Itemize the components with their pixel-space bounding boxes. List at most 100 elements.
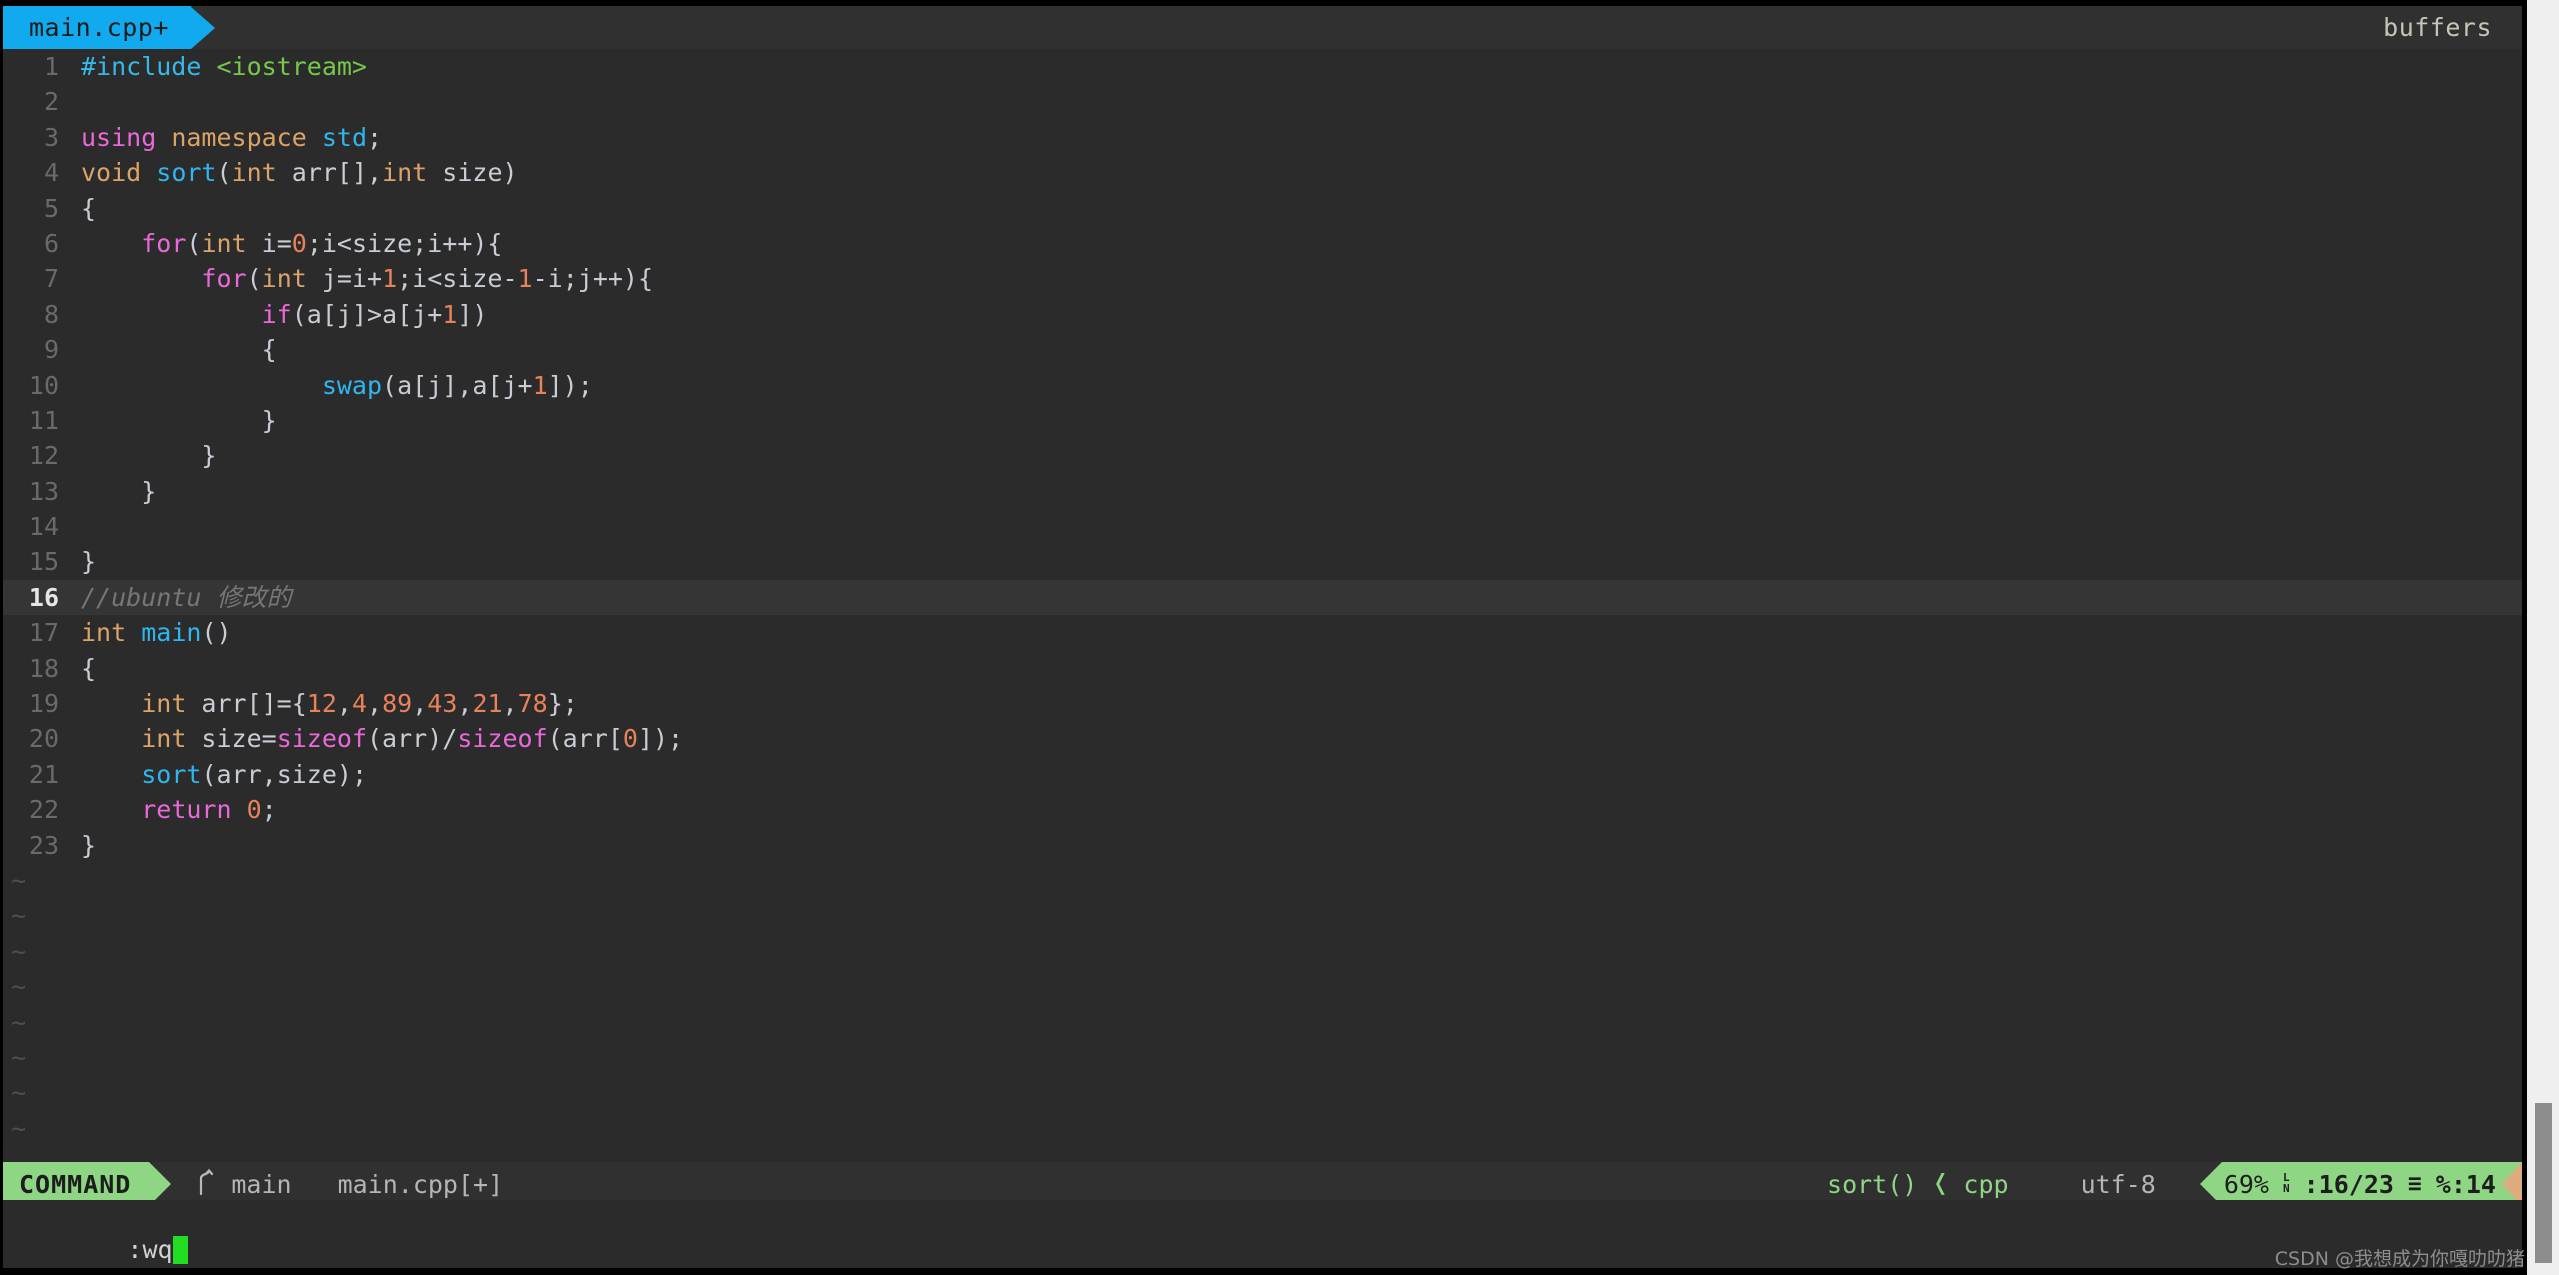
code-token: i=	[246, 228, 292, 258]
code-token: ;i<size-	[397, 264, 518, 294]
code-line: 12 }	[3, 438, 2522, 473]
code-text: using namespace std;	[59, 120, 382, 155]
code-token: ]);	[547, 370, 593, 400]
code-token: ,	[457, 689, 473, 719]
code-token: //ubuntu 修改的	[81, 582, 292, 612]
code-token: void	[81, 158, 142, 188]
code-token: 0	[622, 724, 638, 754]
code-token: 43	[427, 689, 458, 719]
context-function: sort()	[1827, 1169, 1918, 1199]
code-text: //ubuntu 修改的	[59, 580, 291, 615]
code-text: for(int j=i+1;i<size-1-i;j++){	[59, 261, 653, 296]
code-text: }	[59, 438, 216, 473]
code-token: swap	[321, 370, 383, 400]
code-line: 2	[3, 84, 2522, 119]
code-line: 7 for(int j=i+1;i<size-1-i;j++){	[3, 261, 2522, 296]
tab-main-cpp[interactable]: main.cpp+	[3, 6, 191, 49]
code-text: {	[59, 332, 277, 367]
line-number: 7	[43, 264, 59, 294]
code-line: 1 #include <iostream>	[3, 49, 2522, 84]
line-number: 19	[28, 689, 59, 719]
line-number: 9	[43, 335, 59, 365]
code-line: 22 return 0;	[3, 792, 2522, 827]
code-token: (arr)/	[367, 724, 458, 754]
page-scrollbar-track[interactable]	[2527, 0, 2559, 1275]
code-token: std	[321, 122, 368, 152]
column-position: %:14	[2435, 1169, 2496, 1199]
code-token: ;i<size;i++){	[306, 228, 503, 258]
code-token: }	[81, 547, 97, 577]
code-token: ])	[457, 299, 488, 329]
code-token: ,	[336, 689, 352, 719]
code-token: ,	[367, 689, 383, 719]
code-line: 15}	[3, 544, 2522, 579]
mode-label: COMMAND	[19, 1169, 132, 1199]
code-token: size)	[427, 158, 518, 188]
code-token: for	[141, 228, 187, 258]
line-number: 10	[28, 370, 59, 400]
code-token: namespace	[171, 122, 307, 152]
code-token: sizeof	[276, 724, 367, 754]
code-token: 0	[246, 795, 262, 825]
line-number: 23	[28, 830, 59, 860]
code-line: 6 for(int i=0;i<size;i++){	[3, 226, 2522, 261]
tabline: main.cpp+ buffers	[3, 6, 2522, 49]
code-token: (arr,size);	[201, 759, 368, 789]
status-file-name: main.cpp[+]	[337, 1169, 504, 1199]
code-token: 0	[291, 228, 307, 258]
code-text: #include <iostream>	[59, 49, 367, 84]
code-token: int	[201, 228, 247, 258]
code-token: (	[216, 158, 232, 188]
code-text: }	[59, 828, 96, 863]
code-token: -i;j++){	[532, 264, 654, 294]
vim-editor: main.cpp+ buffers 1 #include <iostream> 2 3…	[3, 6, 2522, 1268]
code-token: }	[81, 405, 277, 435]
empty-line-marker: ~	[11, 1042, 27, 1072]
code-token: 1	[382, 264, 398, 294]
empty-line-marker: ~	[11, 901, 27, 931]
command-line[interactable]: :wq	[3, 1200, 2522, 1268]
code-line: 9 {	[3, 332, 2522, 367]
line-number: 11	[28, 405, 59, 435]
code-text: for(int i=0;i<size;i++){	[59, 226, 502, 261]
code-token: ,	[412, 689, 428, 719]
code-token: {	[81, 193, 97, 223]
code-token: };	[547, 689, 578, 719]
buffers-label: buffers	[2383, 13, 2492, 42]
code-line: 16 //ubuntu 修改的	[3, 579, 2522, 616]
code-token: using	[81, 122, 157, 152]
code-token: ,	[502, 689, 518, 719]
code-line: 10 swap(a[j],a[j+1]);	[3, 368, 2522, 403]
empty-line-marker: ~	[11, 972, 27, 1002]
line-number: 12	[28, 441, 59, 471]
code-text: }	[59, 474, 156, 509]
terminal-window: main.cpp+ buffers 1 #include <iostream> 2 3…	[0, 0, 2527, 1275]
code-lines: 1 #include <iostream> 2 3 using namespace st…	[3, 49, 2522, 863]
code-token: int	[81, 618, 127, 648]
code-token: 4	[351, 689, 368, 719]
code-line: 11 }	[3, 403, 2522, 438]
empty-line-marker: ~	[11, 1007, 27, 1037]
code-token: (	[186, 228, 202, 258]
line-number: 20	[28, 724, 59, 754]
code-token: (	[246, 264, 262, 294]
code-token: 89	[382, 689, 413, 719]
code-token: sort	[141, 759, 202, 789]
code-token: if	[261, 299, 292, 329]
code-token: return	[141, 795, 232, 825]
empty-line-marker: ~	[11, 936, 27, 966]
code-text: }	[59, 544, 96, 579]
code-line: 14	[3, 509, 2522, 544]
code-line: 5{	[3, 191, 2522, 226]
code-text: {	[59, 651, 96, 686]
code-token: 21	[472, 689, 503, 719]
code-text: }	[59, 403, 277, 438]
code-token: int	[261, 264, 307, 294]
code-area[interactable]: 1 #include <iostream> 2 3 using namespace st…	[3, 49, 2522, 1158]
page-scrollbar-thumb[interactable]	[2535, 1103, 2552, 1263]
